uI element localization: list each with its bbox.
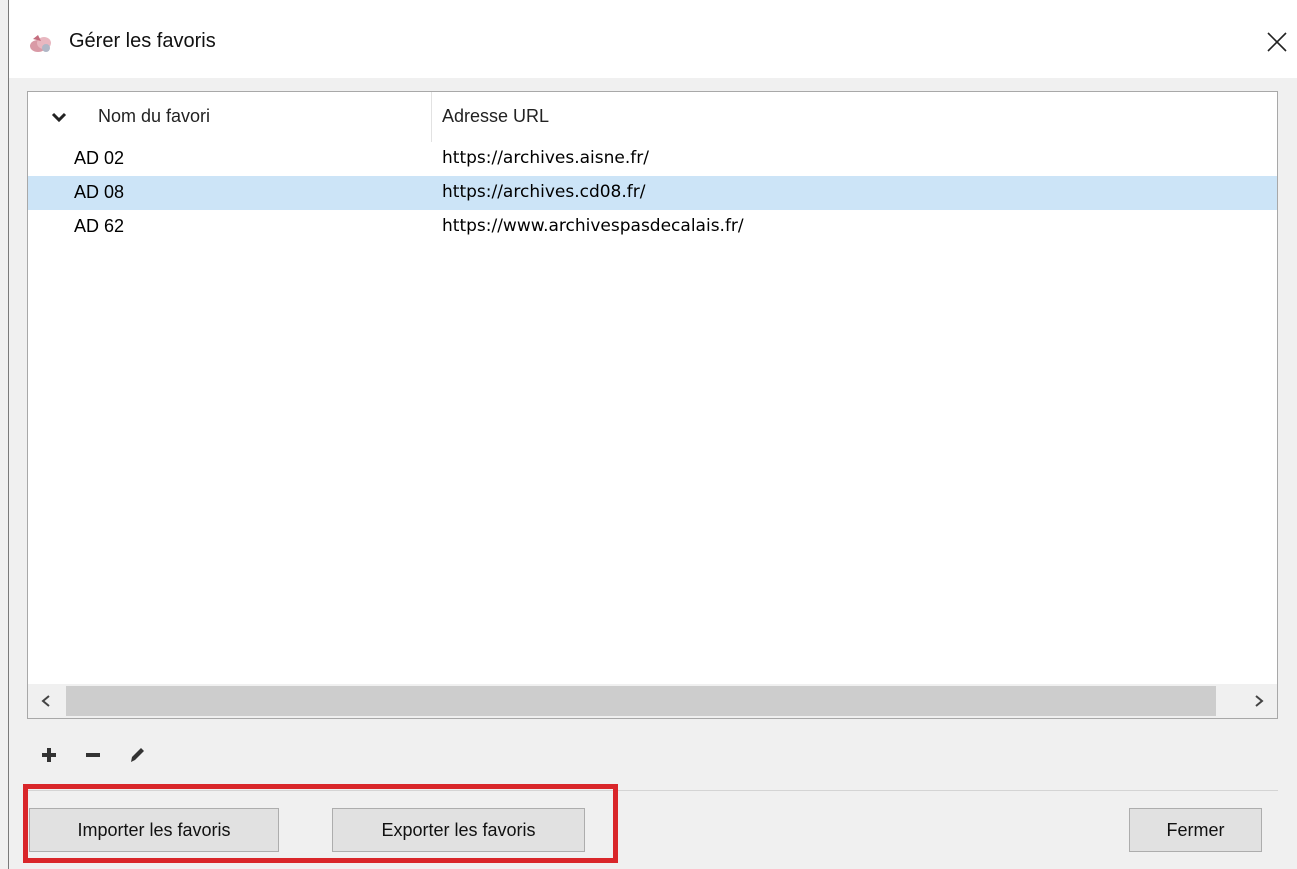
bookmarks-list[interactable]: Nom du favori Adresse URL AD 02 https://…: [27, 91, 1278, 719]
import-bookmarks-button[interactable]: Importer les favoris: [29, 808, 279, 852]
add-bookmark-button[interactable]: [37, 743, 61, 767]
bookmark-url: https://archives.aisne.fr/: [442, 148, 649, 168]
chevron-down-icon[interactable]: [50, 110, 68, 124]
bookmark-name: AD 62: [74, 216, 125, 236]
plus-icon: [42, 748, 56, 762]
column-header-url[interactable]: Adresse URL: [442, 106, 549, 127]
app-icon: [29, 33, 53, 55]
horizontal-scrollbar[interactable]: [28, 684, 1277, 718]
list-item[interactable]: AD 02 https://archives.aisne.fr/: [28, 142, 1277, 176]
window-title: Gérer les favoris: [69, 30, 216, 52]
scroll-left-button[interactable]: [28, 684, 64, 718]
minus-icon: [86, 753, 100, 757]
export-bookmarks-button[interactable]: Exporter les favoris: [332, 808, 585, 852]
title-bar: Gérer les favoris: [9, 0, 1297, 78]
pencil-icon: [131, 748, 144, 762]
list-item-selected[interactable]: AD 08 https://archives.cd08.fr/: [28, 176, 1277, 210]
scrollbar-thumb[interactable]: [66, 686, 1216, 716]
footer-divider: [27, 790, 1278, 791]
chevron-left-icon: [41, 695, 50, 707]
bookmark-name: AD 02: [74, 148, 125, 168]
list-item[interactable]: AD 62 https://www.archivespasdecalais.fr…: [28, 210, 1277, 244]
column-divider[interactable]: [431, 92, 432, 142]
column-header-name[interactable]: Nom du favori: [98, 106, 210, 127]
bookmark-name: AD 08: [74, 182, 125, 202]
chevron-right-icon: [1255, 695, 1264, 707]
manage-bookmarks-dialog: Gérer les favoris Nom du favori Adresse …: [8, 0, 1297, 869]
edit-bookmark-button[interactable]: [125, 743, 149, 767]
list-header: Nom du favori Adresse URL: [28, 92, 1277, 142]
bookmark-url: https://www.archivespasdecalais.fr/: [442, 216, 744, 236]
bookmark-url: https://archives.cd08.fr/: [442, 182, 646, 202]
scroll-right-button[interactable]: [1241, 684, 1277, 718]
close-window-button[interactable]: [1257, 22, 1297, 62]
remove-bookmark-button[interactable]: [81, 743, 105, 767]
close-button[interactable]: Fermer: [1129, 808, 1262, 852]
close-icon: [1267, 32, 1287, 52]
